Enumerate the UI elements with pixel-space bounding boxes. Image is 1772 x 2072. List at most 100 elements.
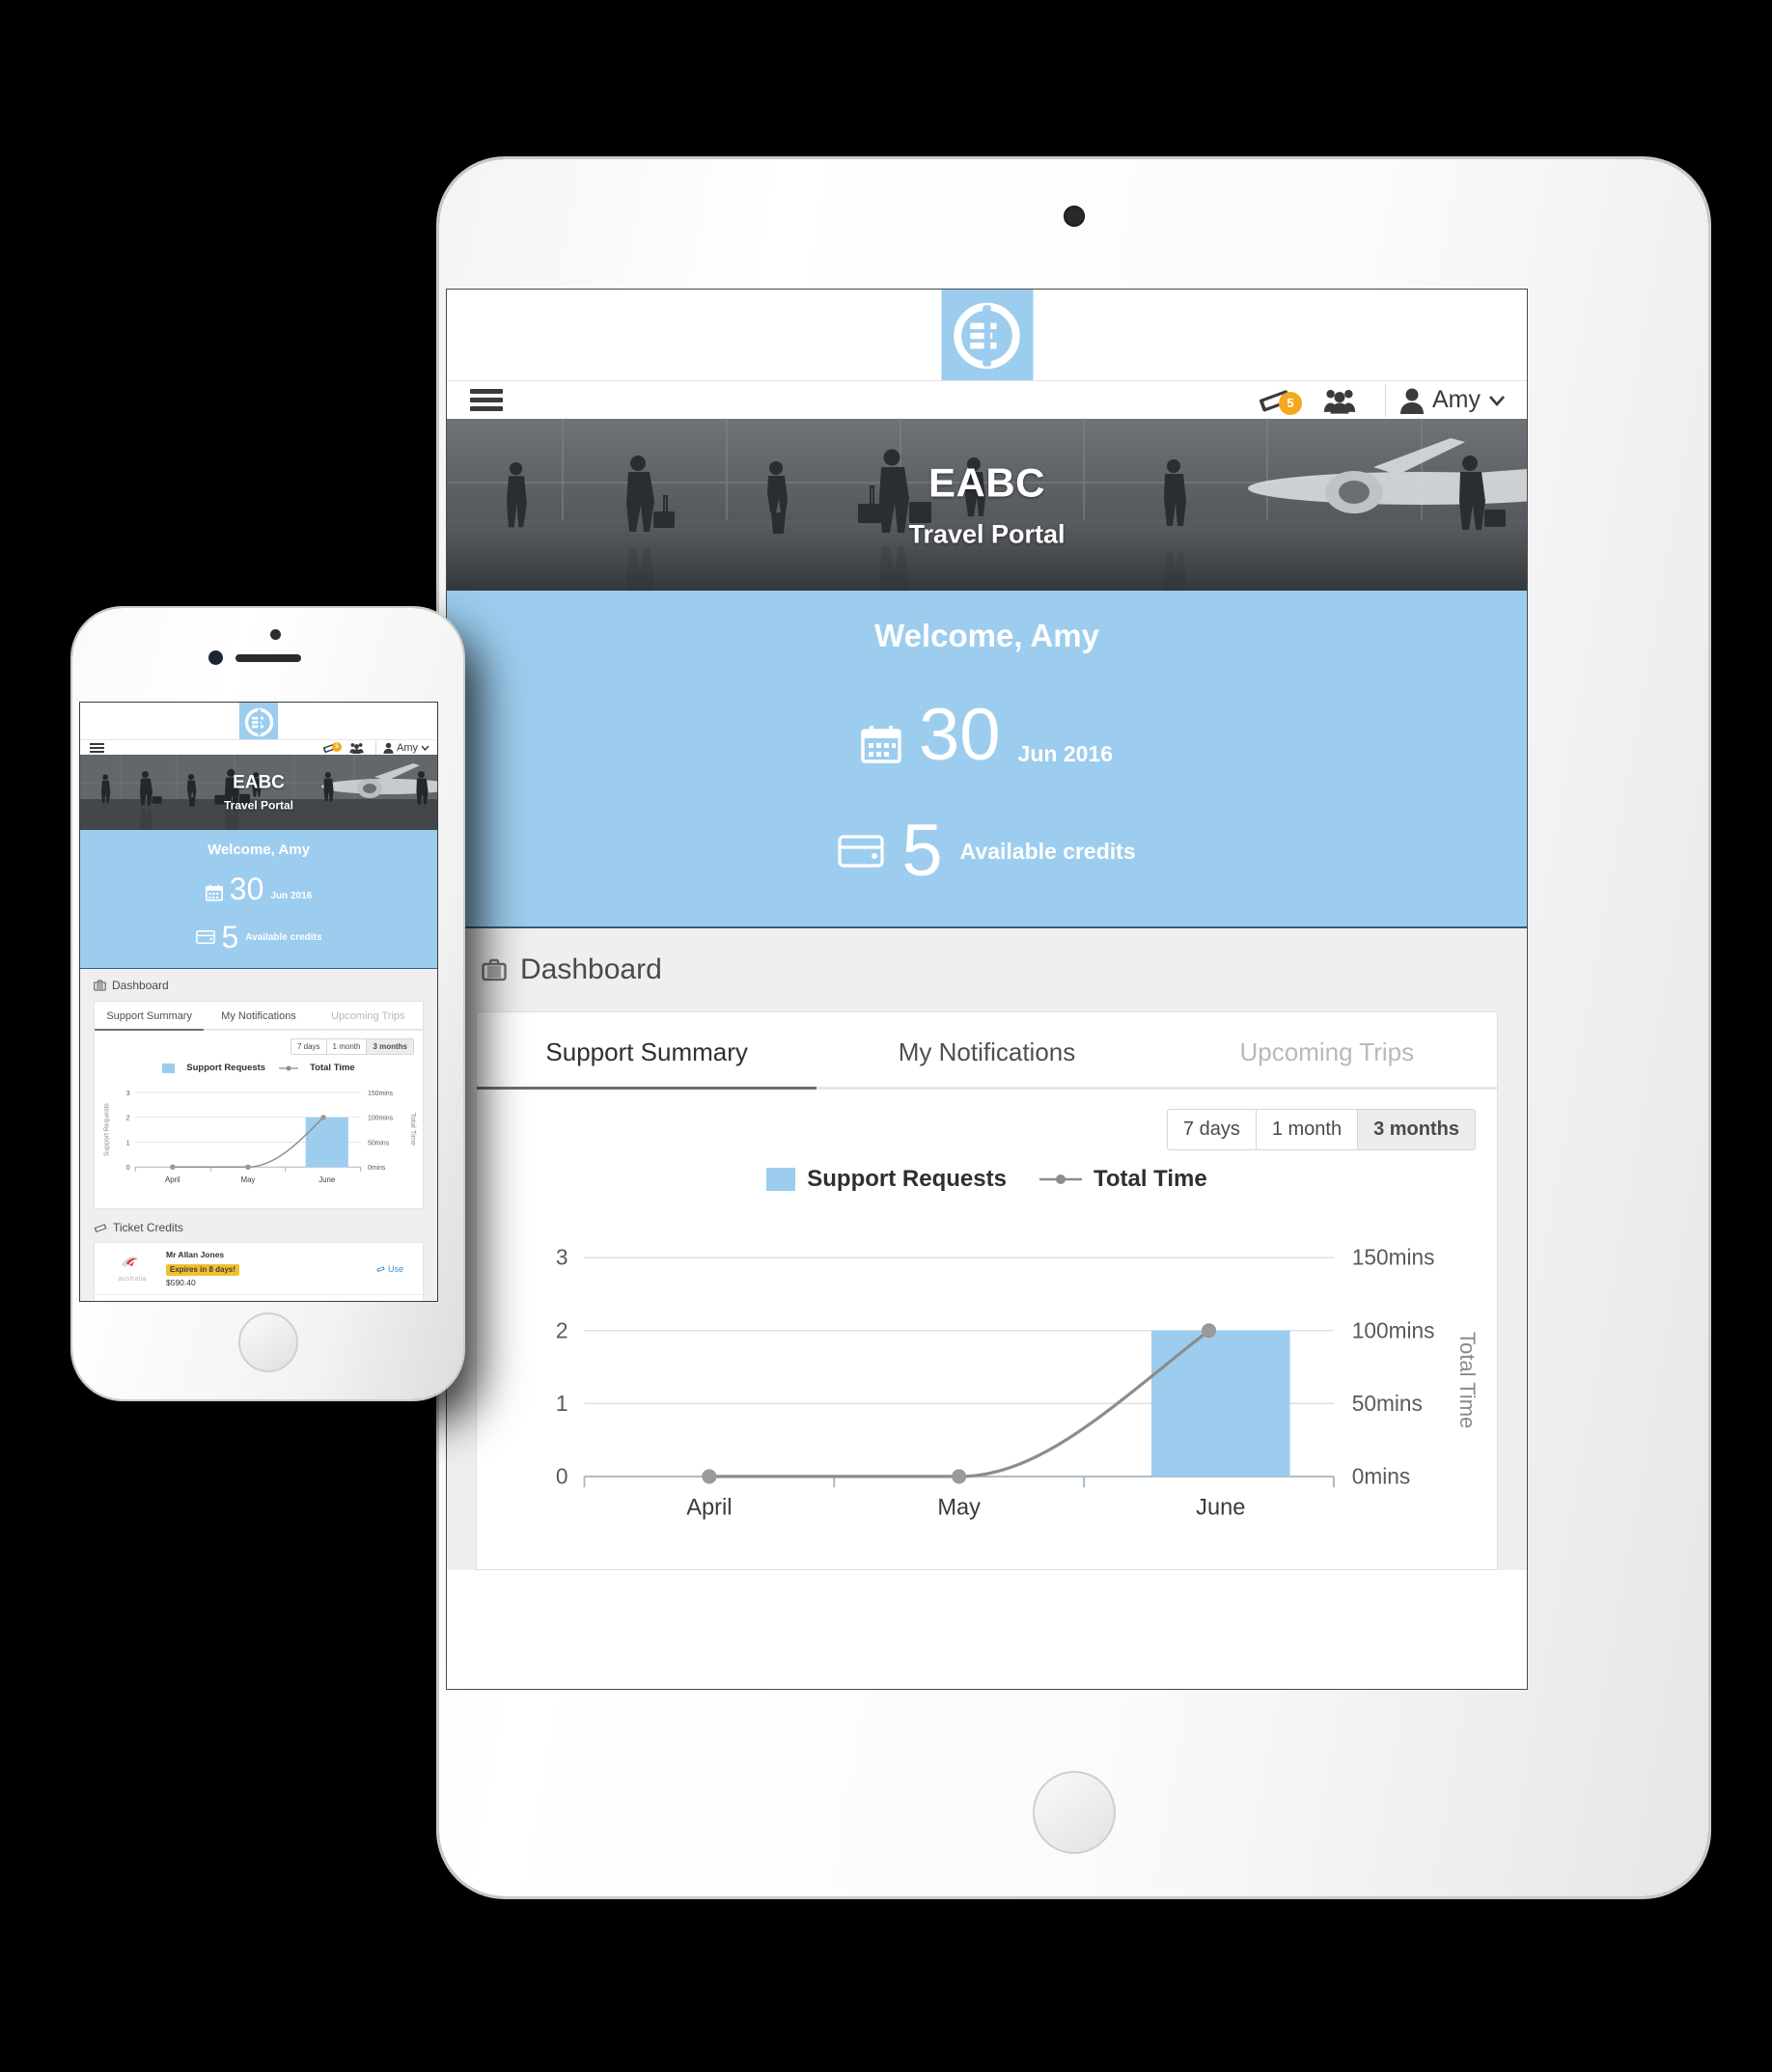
legend-label-support-requests: Support Requests [186,1063,266,1073]
user-name-label: Amy [397,741,418,754]
user-menu-button[interactable]: Amy [383,742,429,754]
phone-screen: EABC 5 [80,703,437,1301]
date-stat: 30 Jun 2016 [80,873,437,904]
chart-y-axis-title: Support Requests [104,1103,111,1157]
screenshot-stage: EABC 5 [0,0,1772,2072]
credits-label: Available credits [959,838,1136,864]
tab-my-notifications[interactable]: My Notifications [817,1012,1156,1087]
hero-title: EABC [233,772,285,793]
legend-item-total-time: Total Time [1038,1166,1207,1193]
range-1-month-button[interactable]: 1 month [326,1039,368,1054]
svg-text:April: April [165,1175,180,1184]
ticket-count-badge: 5 [1279,391,1302,415]
svg-text:150mins: 150mins [368,1091,394,1097]
hamburger-menu-icon[interactable] [470,385,503,415]
legend-label-support-requests: Support Requests [807,1166,1007,1192]
legend-swatch-icon [766,1168,796,1191]
svg-text:May: May [241,1175,256,1184]
range-3-months-button[interactable]: 3 months [1358,1110,1475,1149]
credits-label: Available credits [245,931,322,943]
hero-subtitle: Travel Portal [908,519,1066,549]
legend-item-support-requests: Support Requests [162,1063,265,1073]
phone-device-mockup: EABC 5 [72,608,463,1399]
chart-legend: Support Requests Total Time [477,1166,1497,1193]
phone-hero-text-block: EABC Travel Portal [224,773,293,813]
virgin-australia-logo-icon: australia [102,1255,162,1283]
phone-camera-icon [208,650,223,665]
support-summary-chart: Support Requests Total Time 0 1 2 3 0min… [477,1150,1497,1569]
briefcase-icon [482,958,507,981]
tablet-device-mockup: EABC 5 [439,159,1708,1896]
range-7-days-button[interactable]: 7 days [291,1039,327,1054]
navbar-divider [375,740,376,755]
chart-y2-axis-title: Total Time [1455,1332,1480,1429]
page-title-label: Dashboard [112,979,169,992]
date-day-value: 30 [919,694,1001,776]
expiry-badge: Expires in 8 days! [166,1263,240,1276]
active-tab-indicator [95,1029,205,1031]
range-7-days-button[interactable]: 7 days [1167,1110,1257,1149]
user-menu-button[interactable]: Amy [1399,386,1506,414]
use-credit-button[interactable]: Use [365,1264,415,1274]
tab-support-summary[interactable]: Support Summary [95,1002,204,1029]
welcome-greeting: Welcome, Amy [874,618,1099,653]
phone-sensor-icon [269,629,281,640]
ticket-credits-button[interactable]: 5 [318,741,343,754]
welcome-greeting: Welcome, Amy [208,842,310,858]
chart-y2-axis-title: Total Time [409,1113,418,1147]
credit-amount: $590.40 [166,1278,196,1287]
hero-text-block: EABC Travel Portal [908,460,1065,550]
bar-june [305,1117,348,1168]
tablet-navbar-right: 5 Amy [1242,383,1527,417]
tab-upcoming-trips[interactable]: Upcoming Trips [1157,1012,1497,1087]
svg-text:May: May [937,1496,981,1521]
range-3-months-button[interactable]: 3 months [367,1039,413,1054]
tablet-home-button[interactable] [1032,1771,1116,1854]
range-selector: 7 days 1 month 3 months [290,1038,414,1055]
ticket-credits-list: australia Mr Allan Jones Expires in 8 da… [94,1242,424,1301]
active-tab-indicator [477,1087,817,1090]
hamburger-menu-icon[interactable] [90,741,104,755]
tab-support-summary[interactable]: Support Summary [477,1012,817,1087]
passenger-name: Mr Allan Jones [166,1250,225,1259]
legend-line-dot-icon [279,1065,299,1070]
svg-text:1: 1 [556,1391,568,1416]
list-item[interactable]: QANTAS Mr Chris Smith Expires 12 Aug 201… [95,1295,423,1301]
chevron-down-icon [421,745,429,751]
credits-stat: 5 Available credits [447,815,1527,888]
dashboard-section: Dashboard Support Summary My Notificatio… [447,928,1527,1570]
phone-support-summary-chart: Support Requests Total Time 0 1 2 3 0min… [95,1063,423,1208]
group-button[interactable] [1308,387,1371,414]
svg-text:June: June [1196,1496,1245,1521]
legend-item-support-requests: Support Requests [766,1166,1007,1193]
page-title-label: Dashboard [520,953,662,985]
list-item[interactable]: australia Mr Allan Jones Expires in 8 da… [95,1243,423,1295]
date-stat: 30 Jun 2016 [447,699,1527,772]
user-avatar-icon [383,742,394,754]
svg-text:3: 3 [556,1245,568,1270]
svg-text:0mins: 0mins [1352,1463,1410,1488]
tab-upcoming-trips[interactable]: Upcoming Trips [314,1002,423,1029]
ticket-credits-button[interactable]: 5 [1242,388,1308,415]
phone-home-button[interactable] [237,1312,298,1372]
svg-text:2: 2 [556,1317,568,1342]
credits-count-value: 5 [221,920,239,954]
legend-label-total-time: Total Time [1093,1166,1207,1192]
ticket-icon [94,1223,107,1232]
hero-subtitle: Travel Portal [223,798,294,813]
group-people-icon [349,742,364,754]
legend-swatch-icon [162,1063,176,1073]
chart-legend: Support Requests Total Time [95,1063,423,1073]
group-button[interactable] [345,742,369,754]
date-month-year-label: Jun 2016 [1017,740,1113,766]
tablet-navbar: 5 Amy [447,380,1527,419]
chevron-down-icon [1489,395,1505,406]
svg-text:2: 2 [126,1114,130,1122]
chart-canvas: 0 1 2 3 0mins 50mins 100mins 150mins Apr… [556,1245,1435,1521]
ticket-icon [376,1265,385,1272]
range-1-month-button[interactable]: 1 month [1256,1110,1359,1149]
svg-text:1: 1 [126,1138,130,1147]
tab-my-notifications[interactable]: My Notifications [204,1002,313,1029]
phone-navbar: 5 Amy [80,739,437,755]
svg-text:100mins: 100mins [368,1116,394,1122]
